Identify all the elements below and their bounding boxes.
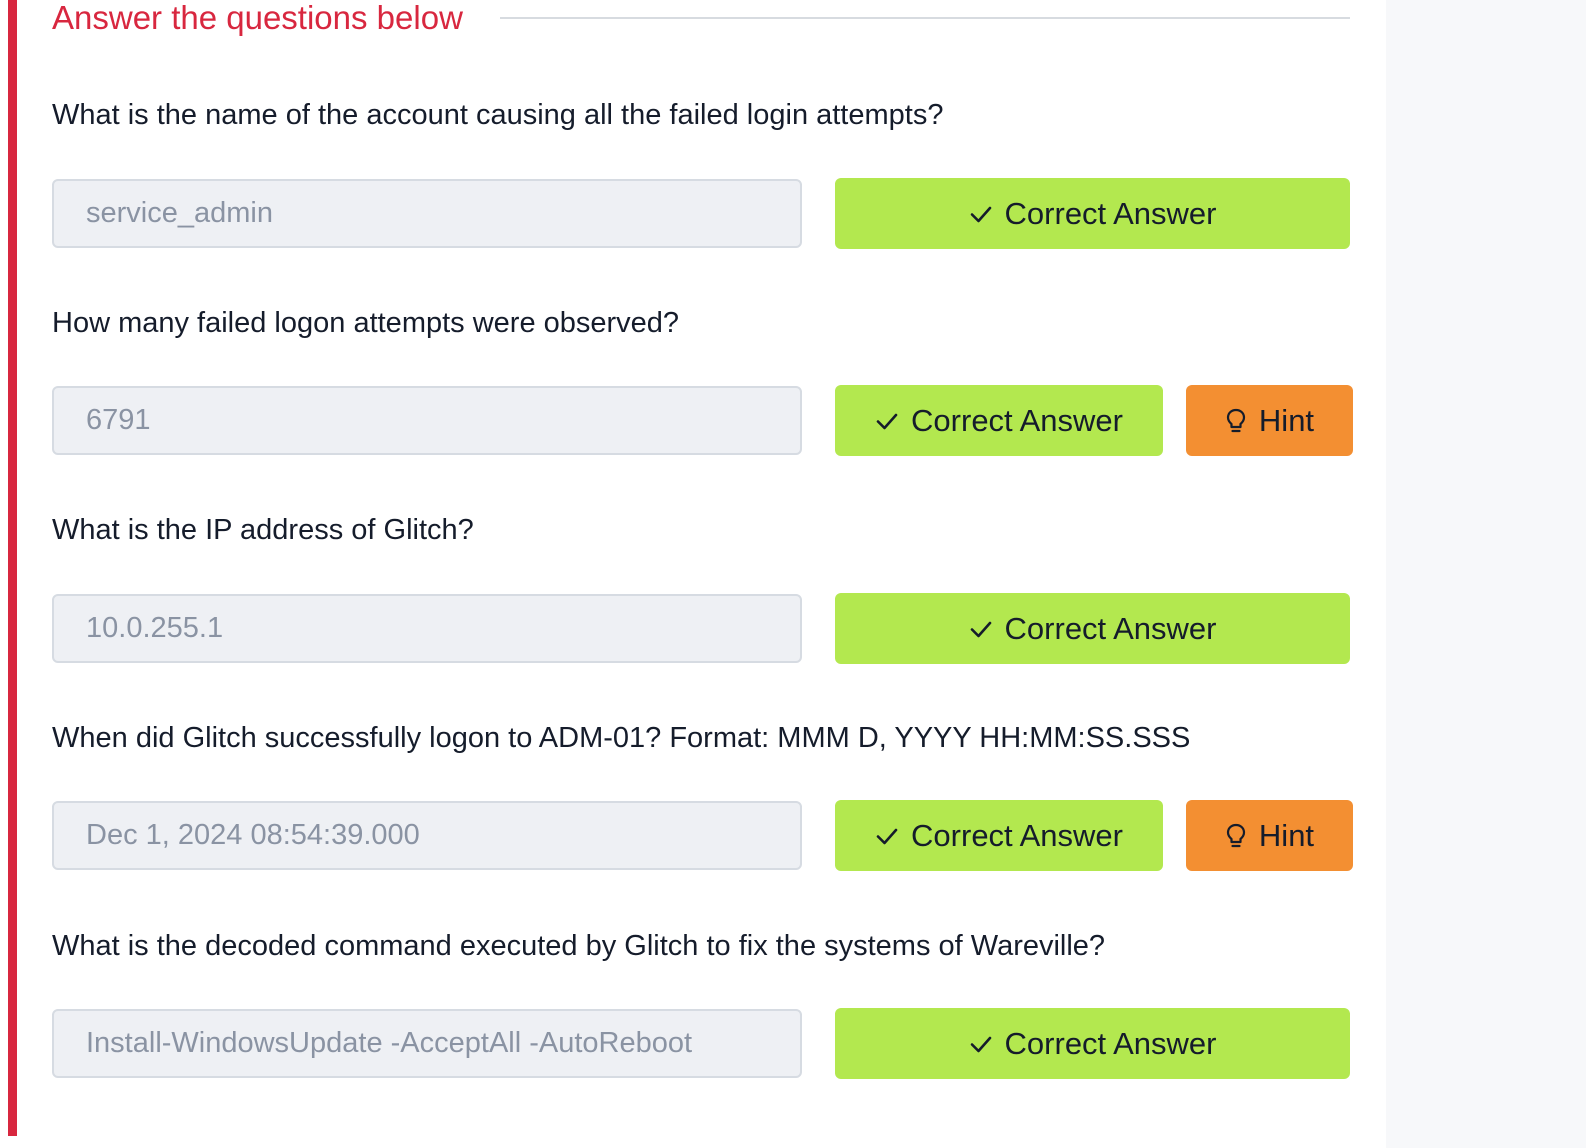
question-3-answer-input[interactable] <box>52 594 802 663</box>
section-title: Answer the questions below <box>52 0 463 36</box>
question-1-text: What is the name of the account causing … <box>52 99 944 131</box>
task-page: Answer the questions below What is the n… <box>0 0 1586 1148</box>
question-3-correct-answer-button[interactable]: Correct Answer <box>835 593 1350 664</box>
check-icon <box>969 1032 993 1056</box>
check-icon <box>875 824 899 848</box>
lightbulb-icon <box>1225 823 1247 849</box>
question-4-answer-input[interactable] <box>52 801 802 870</box>
question-5-correct-answer-button[interactable]: Correct Answer <box>835 1008 1350 1079</box>
question-2-text: How many failed logon attempts were obse… <box>52 307 680 339</box>
question-4-correct-answer-button[interactable]: Correct Answer <box>835 800 1163 871</box>
hint-label: Hint <box>1258 402 1315 438</box>
question-2-correct-answer-button[interactable]: Correct Answer <box>835 385 1163 456</box>
check-icon <box>969 202 993 226</box>
hint-label: Hint <box>1258 817 1315 853</box>
question-4-hint-button[interactable]: Hint <box>1186 800 1353 871</box>
question-1-answer-input[interactable] <box>52 179 802 248</box>
correct-answer-label: Correct Answer <box>911 402 1123 438</box>
check-icon <box>875 409 899 433</box>
check-icon <box>969 617 993 641</box>
task-accent-bar <box>8 0 17 1136</box>
question-5-answer-input[interactable] <box>52 1009 802 1078</box>
correct-answer-label: Correct Answer <box>1004 610 1217 646</box>
question-5-text: What is the decoded command executed by … <box>52 930 1106 962</box>
question-2-hint-button[interactable]: Hint <box>1186 385 1353 456</box>
question-3-text: What is the IP address of Glitch? <box>52 514 474 546</box>
task-panel <box>0 0 1386 1148</box>
lightbulb-icon <box>1225 408 1247 434</box>
question-4-text: When did Glitch successfully logon to AD… <box>52 722 1191 754</box>
correct-answer-label: Correct Answer <box>1004 195 1217 231</box>
question-1-correct-answer-button[interactable]: Correct Answer <box>835 178 1350 249</box>
question-2-answer-input[interactable] <box>52 386 802 455</box>
correct-answer-label: Correct Answer <box>911 817 1123 853</box>
correct-answer-label: Correct Answer <box>1004 1025 1217 1061</box>
section-divider <box>500 17 1350 19</box>
side-gutter <box>1386 0 1586 1148</box>
